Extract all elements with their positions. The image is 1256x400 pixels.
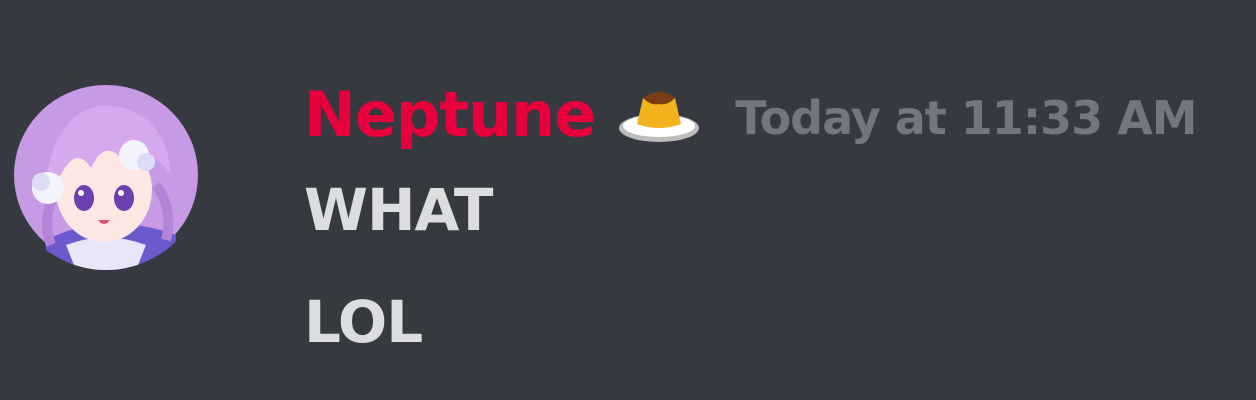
pudding-icon xyxy=(617,84,701,144)
message-timestamp[interactable]: Today at 11:33 AM xyxy=(735,91,1197,145)
chat-message: Neptune Today at 11:33 AM WHAT LOL xyxy=(0,0,1256,400)
anime-girl-avatar-icon xyxy=(6,70,206,270)
message-line: LOL xyxy=(304,288,423,356)
message-header: Neptune Today at 11:33 AM xyxy=(304,78,1198,151)
user-avatar[interactable] xyxy=(6,70,206,270)
message-line: WHAT xyxy=(304,176,493,244)
username[interactable]: Neptune xyxy=(304,78,596,151)
